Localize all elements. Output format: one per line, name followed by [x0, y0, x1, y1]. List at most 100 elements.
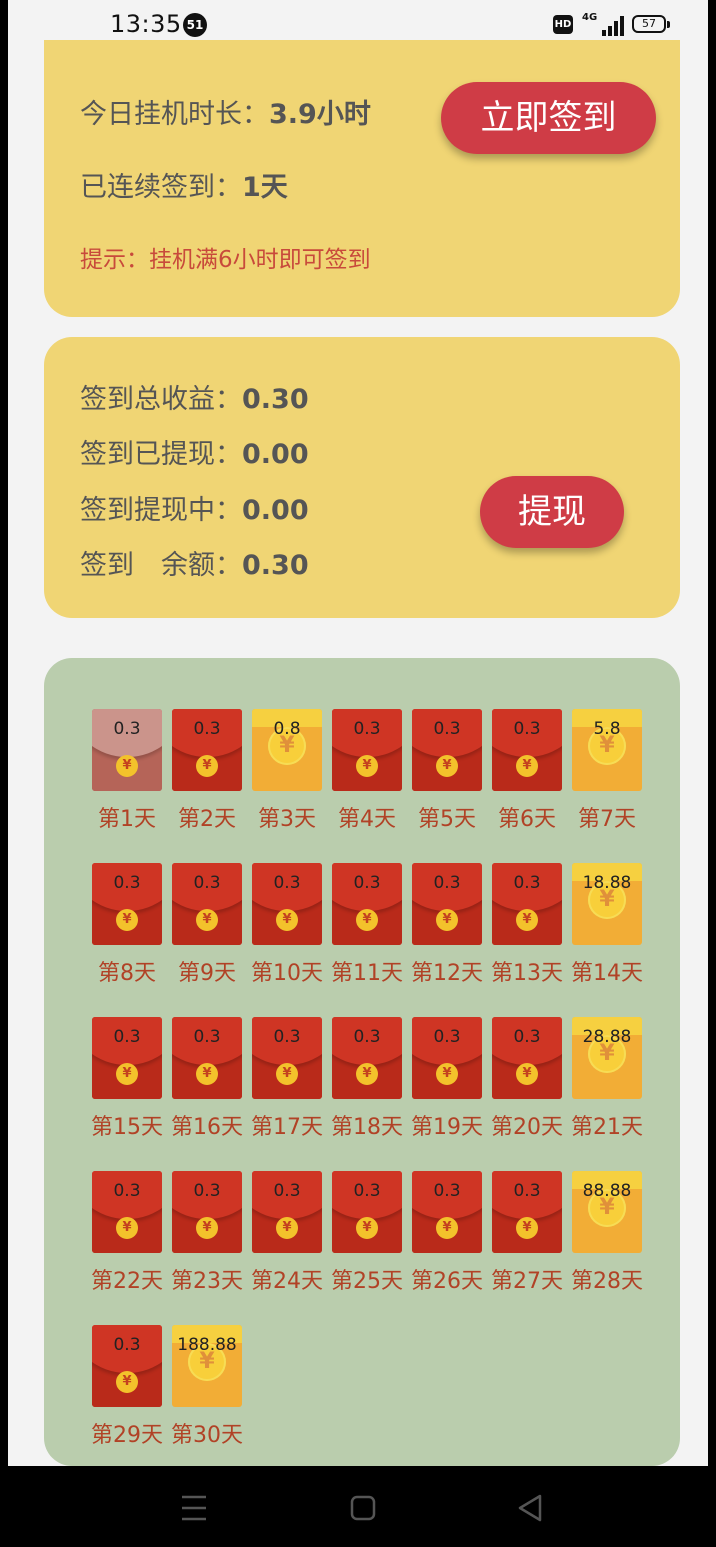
calendar-day[interactable]: ¥28.88 第21天 — [567, 1017, 647, 1167]
reward-amount: 0.3 — [433, 719, 461, 739]
reward-amount: 0.3 — [513, 719, 541, 739]
calendar-day[interactable]: ¥0.3 第23天 — [167, 1171, 247, 1321]
calendar-day[interactable]: ¥188.88 第30天 — [167, 1325, 247, 1475]
calendar-day[interactable]: ¥0.3 第1天 — [87, 709, 167, 859]
day-label: 第13天 — [491, 961, 563, 986]
day-label: 第27天 — [491, 1269, 563, 1294]
coin-icon: ¥ — [516, 1063, 538, 1085]
day-label: 第26天 — [411, 1269, 483, 1294]
reward-amount: 0.3 — [193, 719, 221, 739]
coin-icon: ¥ — [116, 1217, 138, 1239]
calendar-day[interactable]: ¥0.3 第15天 — [87, 1017, 167, 1167]
calendar-day[interactable]: ¥88.88 第28天 — [567, 1171, 647, 1321]
calendar-day[interactable]: ¥0.3 第19天 — [407, 1017, 487, 1167]
calendar-day[interactable]: ¥0.3 第2天 — [167, 709, 247, 859]
coin-icon: ¥ — [436, 1063, 458, 1085]
coin-icon: ¥ — [196, 1217, 218, 1239]
withdraw-button[interactable]: 提现 — [480, 476, 624, 548]
balance: 签到 余额：0.30 — [80, 543, 309, 582]
reward-amount: 0.3 — [513, 1027, 541, 1047]
red-envelope-icon: ¥0.3 — [412, 863, 482, 945]
calendar-day[interactable]: ¥0.3 第29天 — [87, 1325, 167, 1475]
red-envelope-icon: ¥0.3 — [492, 1171, 562, 1253]
reward-amount: 0.3 — [273, 873, 301, 893]
navigation-bar — [0, 1466, 716, 1543]
reward-amount: 0.8 — [273, 719, 301, 739]
red-envelope-icon: ¥0.3 — [332, 1017, 402, 1099]
withdrawn-amount: 签到已提现：0.00 — [80, 432, 309, 471]
red-envelope-icon: ¥0.3 — [492, 709, 562, 791]
red-envelope-icon: ¥0.3 — [92, 1017, 162, 1099]
day-label: 第15天 — [91, 1115, 163, 1140]
day-label: 第16天 — [171, 1115, 243, 1140]
coin-icon: ¥ — [516, 1217, 538, 1239]
checkin-streak-label: 已连续签到： — [80, 172, 242, 203]
withdrawn-value: 0.00 — [242, 439, 309, 470]
calendar-day[interactable]: ¥0.3 第12天 — [407, 863, 487, 1013]
reward-amount: 0.3 — [113, 1335, 141, 1355]
today-duration-value: 3.9小时 — [269, 99, 371, 130]
calendar-day[interactable]: ¥0.3 第24天 — [247, 1171, 327, 1321]
day-label: 第10天 — [251, 961, 323, 986]
day-label: 第3天 — [258, 807, 316, 832]
reward-amount: 0.3 — [353, 1181, 381, 1201]
battery-icon: 57 — [632, 15, 670, 33]
red-envelope-icon: ¥0.3 — [332, 709, 402, 791]
red-envelope-icon: ¥0.3 — [172, 709, 242, 791]
coin-icon: ¥ — [356, 1217, 378, 1239]
coin-icon: ¥ — [436, 909, 458, 931]
day-label: 第6天 — [498, 807, 556, 832]
coin-icon: ¥ — [516, 755, 538, 777]
calendar-day[interactable]: ¥0.3 第18天 — [327, 1017, 407, 1167]
day-label: 第14天 — [571, 961, 643, 986]
day-label: 第1天 — [98, 807, 156, 832]
calendar-day[interactable]: ¥0.3 第17天 — [247, 1017, 327, 1167]
calendar-day[interactable]: ¥0.3 第16天 — [167, 1017, 247, 1167]
checkin-now-button[interactable]: 立即签到 — [441, 82, 656, 154]
pending-value: 0.00 — [242, 495, 309, 526]
red-envelope-icon: ¥0.3 — [172, 1017, 242, 1099]
day-label: 第7天 — [578, 807, 636, 832]
coin-icon: ¥ — [116, 909, 138, 931]
calendar-day[interactable]: ¥0.3 第9天 — [167, 863, 247, 1013]
calendar-day[interactable]: ¥18.88 第14天 — [567, 863, 647, 1013]
withdrawn-label: 签到已提现： — [80, 439, 242, 470]
reward-amount: 0.3 — [433, 873, 461, 893]
red-envelope-icon: ¥88.88 — [572, 1171, 642, 1253]
reward-amount: 18.88 — [582, 873, 632, 893]
red-envelope-icon: ¥0.3 — [252, 863, 322, 945]
back-icon[interactable] — [518, 1494, 542, 1522]
reward-amount: 0.3 — [273, 1027, 301, 1047]
total-earnings-label: 签到总收益： — [80, 384, 242, 415]
calendar-day[interactable]: ¥0.3 第6天 — [487, 709, 567, 859]
calendar-day[interactable]: ¥0.3 第10天 — [247, 863, 327, 1013]
coin-icon: ¥ — [196, 755, 218, 777]
menu-icon[interactable] — [182, 1495, 206, 1521]
day-label: 第5天 — [418, 807, 476, 832]
balance-label: 签到 余额： — [80, 550, 242, 581]
reward-amount: 0.3 — [513, 1181, 541, 1201]
calendar-day[interactable]: ¥0.3 第8天 — [87, 863, 167, 1013]
day-label: 第8天 — [98, 961, 156, 986]
calendar-day[interactable]: ¥0.3 第11天 — [327, 863, 407, 1013]
day-label: 第23天 — [171, 1269, 243, 1294]
pending-label: 签到提现中： — [80, 495, 242, 526]
calendar-day[interactable]: ¥0.3 第13天 — [487, 863, 567, 1013]
calendar-day[interactable]: ¥0.3 第27天 — [487, 1171, 567, 1321]
coin-icon: ¥ — [436, 1217, 458, 1239]
calendar-day[interactable]: ¥0.3 第20天 — [487, 1017, 567, 1167]
red-envelope-icon: ¥0.3 — [172, 863, 242, 945]
red-envelope-icon: ¥0.3 — [492, 1017, 562, 1099]
calendar-day[interactable]: ¥5.8 第7天 — [567, 709, 647, 859]
reward-amount: 0.3 — [113, 1027, 141, 1047]
calendar-day[interactable]: ¥0.3 第26天 — [407, 1171, 487, 1321]
home-icon[interactable] — [350, 1495, 376, 1521]
calendar-day[interactable]: ¥0.3 第4天 — [327, 709, 407, 859]
calendar-day[interactable]: ¥0.3 第22天 — [87, 1171, 167, 1321]
day-label: 第24天 — [251, 1269, 323, 1294]
calendar-day[interactable]: ¥0.3 第25天 — [327, 1171, 407, 1321]
reward-amount: 0.3 — [193, 1181, 221, 1201]
day-label: 第9天 — [178, 961, 236, 986]
calendar-day[interactable]: ¥0.3 第5天 — [407, 709, 487, 859]
calendar-day[interactable]: ¥0.8 第3天 — [247, 709, 327, 859]
